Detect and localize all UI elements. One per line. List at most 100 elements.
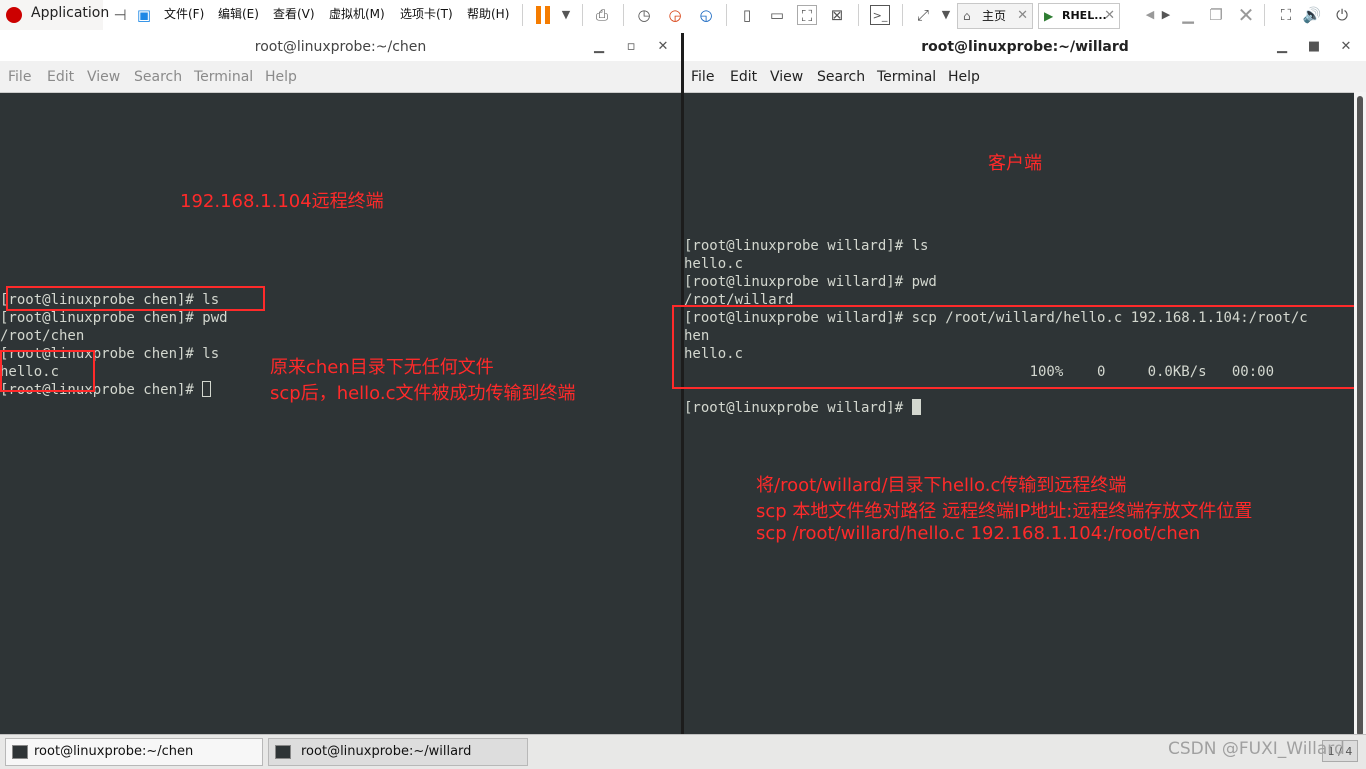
tab-rhel[interactable]: ▶ RHEL... ✕ <box>1038 3 1120 29</box>
highlight-box <box>672 305 1356 389</box>
menu-search[interactable]: Search <box>134 69 182 85</box>
close-icon[interactable]: ✕ <box>653 33 673 61</box>
tab-rhel-label: RHEL... <box>1062 9 1107 22</box>
terminal-line: [root@linuxprobe willard]# ls <box>684 238 929 254</box>
toolbar-divider <box>582 4 583 26</box>
power-icon[interactable]: ⏻ <box>1332 5 1352 25</box>
thumbnail-bar-icon[interactable]: ▭ <box>767 5 787 25</box>
minimize-icon[interactable]: ▁ <box>589 33 609 61</box>
toolbar-divider <box>902 4 903 26</box>
terminal-icon <box>275 745 291 759</box>
text-cursor <box>911 399 921 415</box>
terminal-window-chen[interactable]: root@linuxprobe:~/chen ▁ ▫ ✕ File Edit V… <box>0 33 681 734</box>
terminal-line: [root@linuxprobe willard]# pwd <box>684 274 937 290</box>
sidebar-toggle-icon[interactable]: ▯ <box>737 5 757 25</box>
console-icon[interactable]: >_ <box>870 5 890 25</box>
toolbar-divider <box>858 4 859 26</box>
taskbar: root@linuxprobe:~/chen root@linuxprobe:~… <box>0 734 1366 769</box>
annotation-note: scp /root/willard/hello.c 192.168.1.104:… <box>756 523 1201 544</box>
terminal-line: hello.c <box>684 256 744 272</box>
close-icon[interactable]: ✕ <box>1336 33 1356 61</box>
terminal-prompt: [root@linuxprobe willard]# <box>684 400 912 416</box>
window-titlebar[interactable]: root@linuxprobe:~/willard ▁ ■ ✕ <box>684 33 1366 61</box>
menu-tabs-cn[interactable]: 选项卡(T) <box>400 5 453 22</box>
toolbar-divider <box>726 4 727 26</box>
applications-label: Application <box>31 5 110 21</box>
highlight-box <box>0 350 95 392</box>
scrollbar[interactable] <box>1354 92 1366 736</box>
menu-help[interactable]: Help <box>265 69 297 85</box>
terminal-menubar: File Edit View Search Terminal Help <box>0 61 681 93</box>
annotation-client: 客户端 <box>988 153 1042 174</box>
annotation-note: scp后，hello.c文件被成功传输到终端 <box>270 383 576 404</box>
terminal-line: [root@linuxprobe chen]# pwd <box>0 310 228 326</box>
menu-file-cn[interactable]: 文件(F) <box>164 5 204 22</box>
tab-home[interactable]: ⌂ 主页 ✕ <box>957 3 1033 29</box>
window-title: root@linuxprobe:~/chen <box>254 39 427 55</box>
menu-terminal[interactable]: Terminal <box>877 69 936 85</box>
send-keys-icon[interactable]: ⎙ <box>592 5 612 25</box>
menu-edit[interactable]: Edit <box>730 69 757 85</box>
snapshot-manager-icon[interactable]: ◵ <box>696 5 716 25</box>
taskbar-item-label: root@linuxprobe:~/willard <box>301 744 472 759</box>
chevron-down-icon[interactable]: ▼ <box>556 5 576 25</box>
close-icon[interactable]: ✕ <box>1236 5 1256 25</box>
annotation-note: 将/root/willard/目录下hello.c传输到远程终端 <box>756 475 1127 496</box>
minimize-icon[interactable]: ▁ <box>1178 5 1198 25</box>
menu-edit[interactable]: Edit <box>47 69 74 85</box>
menu-view[interactable]: View <box>87 69 120 85</box>
annotation-note: scp 本地文件绝对路径 远程终端IP地址:远程终端存放文件位置 <box>756 501 1253 522</box>
menu-help-cn[interactable]: 帮助(H) <box>467 5 509 22</box>
text-cursor <box>202 381 212 397</box>
maximize-icon[interactable]: ▫ <box>621 33 641 61</box>
terminal-prompt-line: [root@linuxprobe willard]# <box>684 399 921 417</box>
menu-vm-cn[interactable]: 虚拟机(M) <box>329 5 385 22</box>
close-icon[interactable]: ✕ <box>1017 4 1028 28</box>
volume-icon[interactable]: 🔊 <box>1302 5 1322 25</box>
vm-icon: ▶ <box>1044 9 1054 23</box>
fullscreen-icon[interactable]: ⛶ <box>797 5 817 25</box>
annotation-remote-terminal: 192.168.1.104远程终端 <box>180 191 384 212</box>
menu-view-cn[interactable]: 查看(V) <box>273 5 315 22</box>
scrollbar-thumb[interactable] <box>1357 96 1363 736</box>
annotation-note: 原来chen目录下无任何文件 <box>270 357 494 378</box>
vmware-icon[interactable]: ▣ <box>134 5 154 25</box>
taskbar-item-willard[interactable]: root@linuxprobe:~/willard <box>268 738 528 766</box>
menu-search[interactable]: Search <box>817 69 865 85</box>
revert-snapshot-icon[interactable]: ◶ <box>665 5 685 25</box>
pin-icon[interactable]: ⊣ <box>110 5 130 25</box>
toolbar-divider <box>522 4 523 26</box>
menu-terminal[interactable]: Terminal <box>194 69 253 85</box>
menu-file[interactable]: File <box>691 69 714 85</box>
terminal-line: /root/chen <box>0 328 85 344</box>
chevron-down-icon[interactable]: ▼ <box>936 5 956 25</box>
restore-icon[interactable]: ❐ <box>1206 5 1226 25</box>
pause-icon[interactable] <box>536 6 550 24</box>
maximize-icon[interactable]: ■ <box>1304 33 1324 61</box>
toolbar-divider <box>1264 4 1265 26</box>
redhat-logo-icon <box>6 7 22 23</box>
terminal-menubar: File Edit View Search Terminal Help <box>684 61 1366 93</box>
highlight-box <box>6 286 265 311</box>
taskbar-item-label: root@linuxprobe:~/chen <box>34 744 194 759</box>
scroll-right-icon[interactable]: ▶ <box>1156 5 1176 25</box>
vm-toolbar: Application ⊣ ▣ 文件(F) 编辑(E) 查看(V) 虚拟机(M)… <box>0 0 1366 34</box>
window-titlebar[interactable]: root@linuxprobe:~/chen ▁ ▫ ✕ <box>0 33 681 61</box>
close-icon[interactable]: ✕ <box>1104 4 1115 28</box>
applications-menu[interactable]: Application <box>0 0 109 30</box>
stretch-icon[interactable]: ⤢ <box>913 5 933 25</box>
unity-icon[interactable]: ⊠ <box>827 5 847 25</box>
network-icon[interactable]: ⛶ <box>1276 5 1296 25</box>
watermark: CSDN @FUXI_Willard <box>1168 739 1345 759</box>
snapshot-icon[interactable]: ◷ <box>634 5 654 25</box>
toolbar-divider <box>623 4 624 26</box>
menu-help[interactable]: Help <box>948 69 980 85</box>
home-icon: ⌂ <box>963 9 971 23</box>
taskbar-item-chen[interactable]: root@linuxprobe:~/chen <box>5 738 263 766</box>
menu-edit-cn[interactable]: 编辑(E) <box>218 5 259 22</box>
minimize-icon[interactable]: ▁ <box>1272 33 1292 61</box>
terminal-window-willard[interactable]: root@linuxprobe:~/willard ▁ ■ ✕ File Edi… <box>672 33 1366 736</box>
menu-view[interactable]: View <box>770 69 803 85</box>
menu-file[interactable]: File <box>8 69 31 85</box>
tab-home-label: 主页 <box>982 9 1007 23</box>
